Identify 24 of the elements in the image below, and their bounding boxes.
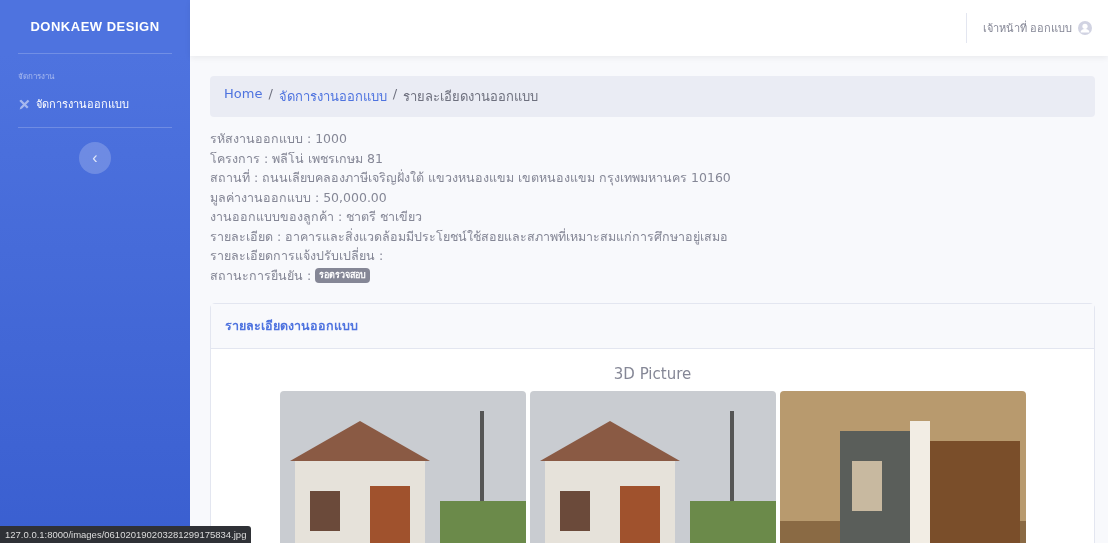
sidebar-toggle-button[interactable]: ‹ <box>79 142 111 174</box>
brand-title: DONKAEW DESIGN <box>29 18 161 36</box>
detail-line: รายละเอียดการแจ้งปรับเปลี่ยน : <box>210 246 385 265</box>
detail-line: โครงการ : พลีโน่ เพชรเกษม 81 <box>210 149 384 168</box>
detail-line: งานออกแบบของลูกค้า : ชาตรี ชาเขียว <box>210 208 424 227</box>
breadcrumb-current: รายละเอียดงานออกแบบ <box>403 88 539 106</box>
breadcrumb-separator: / <box>392 86 398 103</box>
detail-line: มูลค่างานออกแบบ : 50,000.00 <box>210 188 388 207</box>
detail-line: รายละเอียด : อาคารและสิ่งแวดล้อมมีประโยชน์ใช้สอยและสภาพที่เหมาะสมแก่การศึกษาอยู่เสมอ <box>210 227 730 246</box>
user-name[interactable]: เจ้าหน้าที่ ออกแบบ <box>982 19 1072 37</box>
status-badge: รอตรวจสอบ <box>315 267 371 283</box>
detail-line: สถานที่ : ถนนเลียบคลองภาษีเจริญฝั่งใต้ แขวงหนองแขม เขตหนองแขม กรุงเทพมหานคร 10160 <box>210 168 732 188</box>
breadcrumb-link[interactable]: จัดการงานออกแบบ <box>278 86 387 107</box>
card-title: รายละเอียดงานออกแบบ <box>211 304 1094 349</box>
tools-icon <box>18 97 31 111</box>
detail-line: รหัสงานออกแบบ : 1000 <box>210 130 348 148</box>
status-label: สถานะการยืนยัน : <box>210 266 312 285</box>
breadcrumb-link[interactable]: Home <box>224 86 263 107</box>
sidebar-heading: จัดการงาน <box>18 71 54 83</box>
status-bar-url: 127.0.0.1:8000/images/061020190203281299175834.jpg <box>0 526 252 543</box>
sidebar-item[interactable]: จัดการงานออกแบบ <box>0 89 190 127</box>
user-avatar-icon[interactable] <box>1078 21 1092 35</box>
section-title: 3D Picture <box>613 365 692 383</box>
breadcrumb-separator: / <box>268 86 273 103</box>
